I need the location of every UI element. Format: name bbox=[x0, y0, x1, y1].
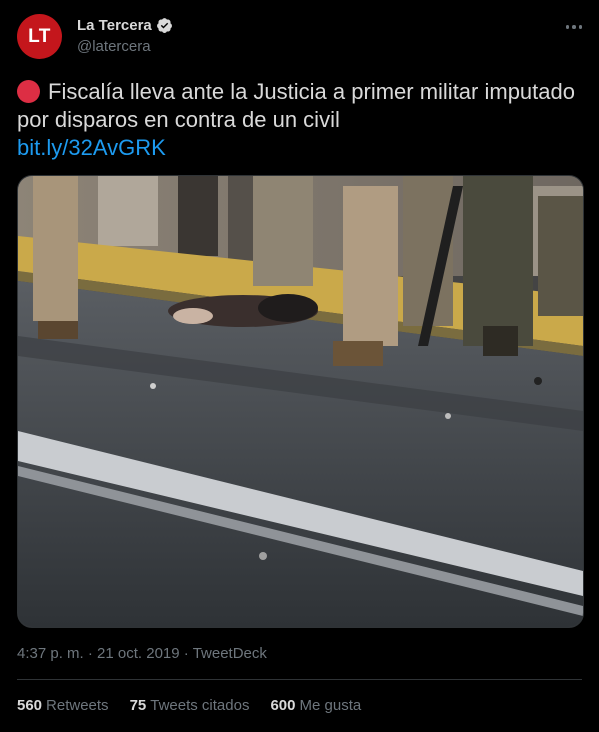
video-frame bbox=[18, 176, 583, 627]
more-options-icon[interactable] bbox=[563, 16, 585, 38]
quotes-label: Tweets citados bbox=[150, 697, 250, 714]
avatar-text: LT bbox=[28, 25, 51, 47]
video-media[interactable] bbox=[17, 175, 584, 628]
meta-separator: · bbox=[87, 645, 93, 662]
tweet-time[interactable]: 4:37 p. m. bbox=[17, 645, 84, 662]
retweets-label: Retweets bbox=[46, 697, 109, 714]
tweet-stats: 560 Retweets 75 Tweets citados 600 Me gusta bbox=[17, 697, 382, 714]
avatar[interactable]: LT bbox=[17, 14, 62, 59]
meta-separator: · bbox=[183, 645, 189, 662]
tweet: LT La Tercera @latercera Fiscalía lleva … bbox=[0, 0, 599, 732]
tweet-link[interactable]: bit.ly/32AvGRK bbox=[17, 135, 166, 160]
tweet-body: Fiscalía lleva ante la Justicia a primer… bbox=[17, 79, 575, 132]
tweet-source[interactable]: TweetDeck bbox=[193, 645, 267, 662]
tweet-date[interactable]: 21 oct. 2019 bbox=[97, 645, 180, 662]
author-name[interactable]: La Tercera bbox=[77, 17, 152, 34]
tweet-text: Fiscalía lleva ante la Justicia a primer… bbox=[17, 78, 582, 162]
likes-label: Me gusta bbox=[299, 697, 362, 714]
verified-badge-icon bbox=[156, 18, 172, 33]
quotes-count: 75 bbox=[129, 697, 147, 714]
divider bbox=[17, 679, 582, 680]
tweet-meta: 4:37 p. m. · 21 oct. 2019 · TweetDeck bbox=[17, 645, 267, 662]
retweets-count: 560 bbox=[17, 697, 43, 714]
red-circle-icon bbox=[17, 80, 40, 103]
author-name-row[interactable]: La Tercera bbox=[77, 17, 173, 34]
author-handle[interactable]: @latercera bbox=[77, 38, 151, 55]
retweets-stat[interactable]: 560 Retweets bbox=[17, 697, 109, 714]
quotes-stat[interactable]: 75 Tweets citados bbox=[130, 697, 250, 714]
likes-count: 600 bbox=[270, 697, 296, 714]
likes-stat[interactable]: 600 Me gusta bbox=[270, 697, 361, 714]
